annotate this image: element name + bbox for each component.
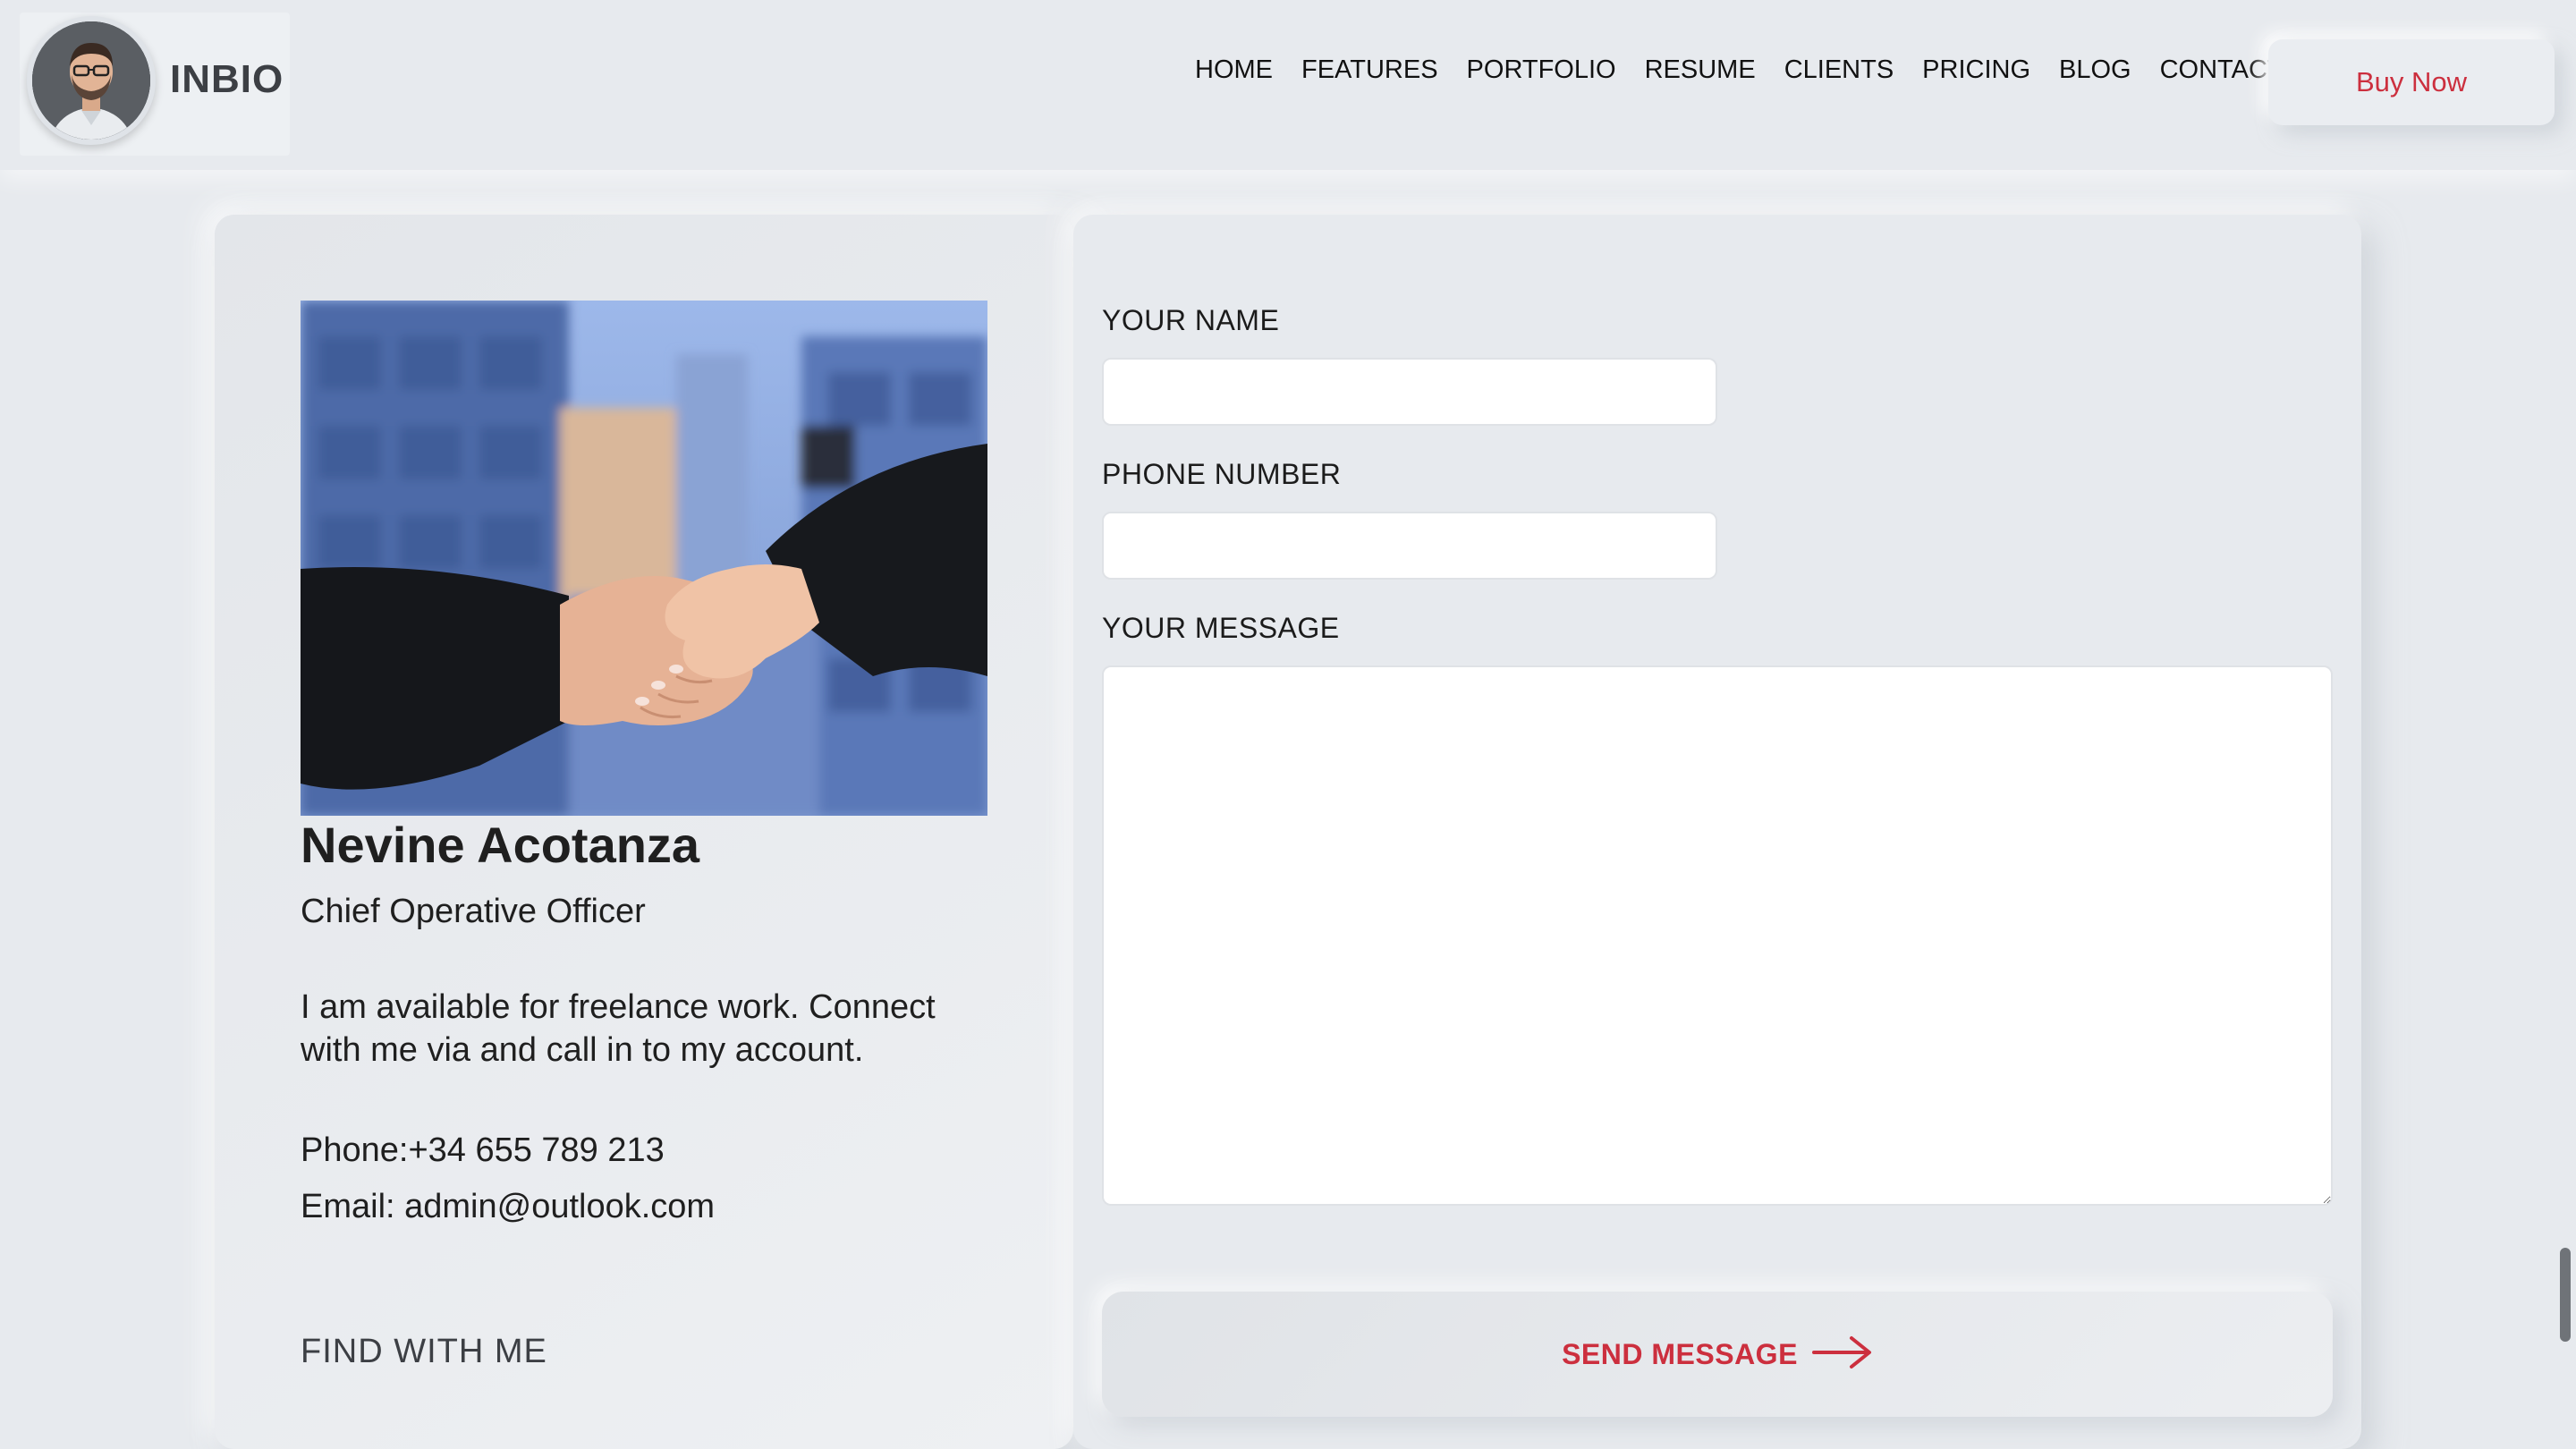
phone-label: PHONE NUMBER <box>1102 458 1342 490</box>
nav-item-home[interactable]: HOME <box>1181 55 1287 85</box>
person-phone: Phone:+34 655 789 213 <box>301 1131 665 1169</box>
send-message-button[interactable]: SEND MESSAGE <box>1102 1292 2333 1417</box>
nav-item-pricing[interactable]: PRICING <box>1908 55 2045 85</box>
site-header: INBIO HOME FEATURES PORTFOLIO RESUME CLI… <box>0 0 2576 170</box>
handshake-image <box>301 301 987 816</box>
nav-item-clients[interactable]: CLIENTS <box>1770 55 1908 85</box>
contact-form-card: YOUR NAME PHONE NUMBER YOUR MESSAGE SEND… <box>1073 215 2361 1449</box>
message-label: YOUR MESSAGE <box>1102 612 1340 644</box>
contact-info-card: Nevine Acotanza Chief Operative Officer … <box>215 215 1073 1449</box>
avatar <box>27 16 156 145</box>
nav-item-portfolio[interactable]: PORTFOLIO <box>1453 55 1631 85</box>
main-nav: HOME FEATURES PORTFOLIO RESUME CLIENTS P… <box>1181 55 2298 85</box>
person-description: I am available for freelance work. Conne… <box>301 988 936 1069</box>
person-email: Email: admin@outlook.com <box>301 1188 716 1225</box>
person-name: Nevine Acotanza <box>301 817 700 873</box>
nav-item-blog[interactable]: BLOG <box>2045 55 2146 85</box>
name-label: YOUR NAME <box>1102 304 1280 336</box>
find-with-me-heading: FIND WITH ME <box>301 1333 547 1370</box>
arrow-right-icon <box>1811 1335 1873 1375</box>
person-title: Chief Operative Officer <box>301 893 646 930</box>
message-textarea[interactable] <box>1102 665 2333 1206</box>
send-message-label: SEND MESSAGE <box>1562 1337 1798 1370</box>
name-input[interactable] <box>1102 358 1717 426</box>
buy-now-button[interactable]: Buy Now <box>2268 39 2555 125</box>
nav-item-features[interactable]: FEATURES <box>1287 55 1453 85</box>
logo[interactable]: INBIO <box>20 13 290 156</box>
nav-item-resume[interactable]: RESUME <box>1631 55 1770 85</box>
phone-input[interactable] <box>1102 512 1717 580</box>
logo-text: INBIO <box>170 57 284 101</box>
page-scrollbar-thumb[interactable] <box>2560 1248 2571 1342</box>
